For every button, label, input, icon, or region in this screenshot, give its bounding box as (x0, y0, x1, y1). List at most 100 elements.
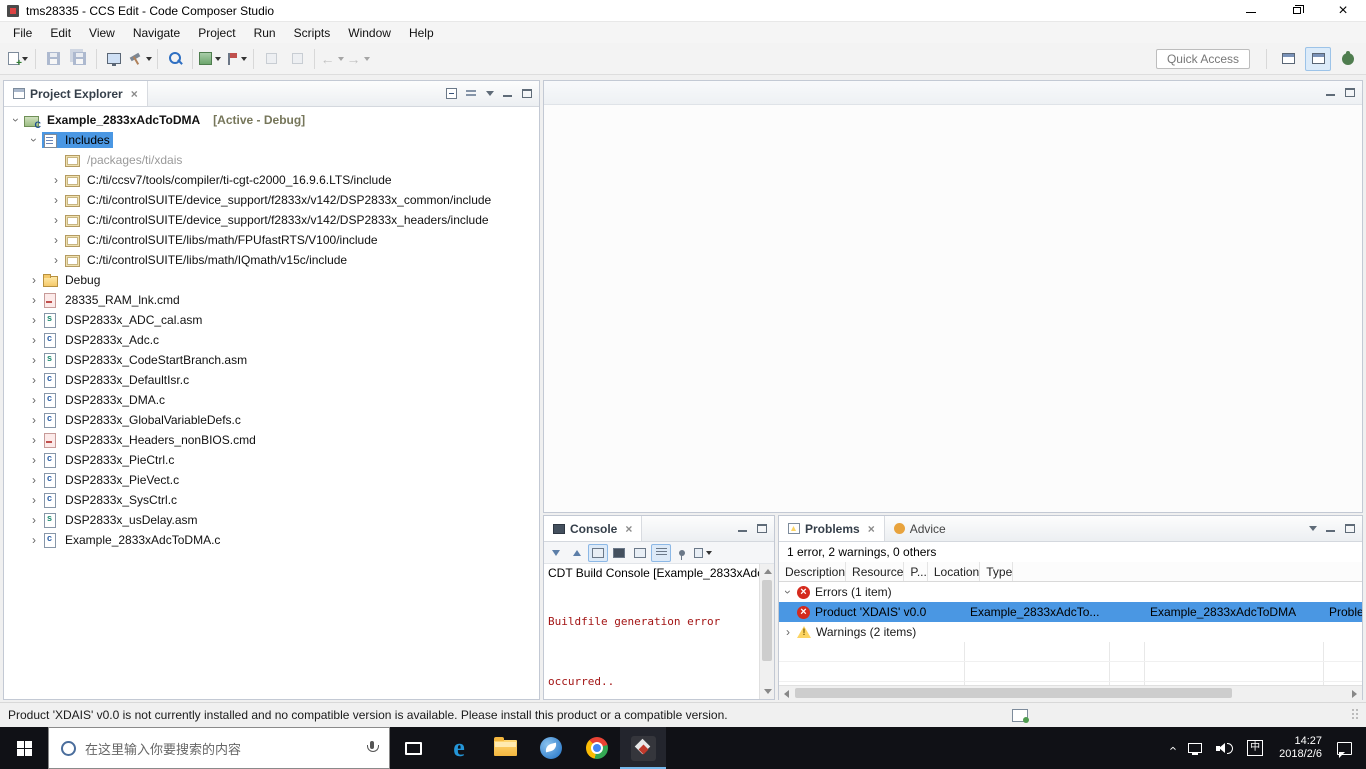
menu-item[interactable]: Scripts (285, 24, 340, 42)
tab-advice[interactable]: Advice (885, 516, 955, 541)
volume-tray-button[interactable] (1209, 727, 1240, 769)
chevron-collapsed-icon[interactable] (779, 625, 797, 639)
problems-column-header[interactable]: Location (928, 562, 981, 581)
tree-item-file[interactable]: DSP2833x_GlobalVariableDefs.c (4, 410, 539, 430)
tree-item-include-path[interactable]: C:/ti/ccsv7/tools/compiler/ti-cgt-c2000_… (4, 170, 539, 190)
resize-grip[interactable] (1352, 709, 1358, 721)
scroll-up-arrow[interactable] (760, 564, 774, 579)
tab-project-explorer[interactable]: Project Explorer (4, 81, 148, 106)
maximize-editor-icon[interactable] (1345, 88, 1355, 97)
chevron-right-icon[interactable] (26, 533, 42, 547)
console-body[interactable]: CDT Build Console [Example_2833xAdc Buil… (544, 564, 774, 699)
tree-item-include-path[interactable]: C:/ti/controlSUITE/libs/math/FPUfastRTS/… (4, 230, 539, 250)
scroll-down-arrow[interactable] (760, 684, 774, 699)
scroll-left-arrow[interactable] (779, 686, 794, 700)
chevron-right-icon[interactable] (48, 193, 64, 207)
tree-item-include-path[interactable]: C:/ti/controlSUITE/libs/math/IQmath/v15c… (4, 250, 539, 270)
chevron-right-icon[interactable] (26, 373, 42, 387)
clear-console-button[interactable] (609, 544, 629, 562)
menu-item[interactable]: Help (400, 24, 443, 42)
tree-item-file[interactable]: Example_2833xAdcToDMA.c (4, 530, 539, 550)
open-perspective-button[interactable] (1275, 47, 1301, 71)
scroll-to-top-button[interactable] (567, 544, 587, 562)
chevron-expanded-icon[interactable] (781, 585, 795, 599)
task-view-button[interactable] (390, 727, 436, 769)
menu-item[interactable]: Run (245, 24, 285, 42)
tree-item-file[interactable]: DSP2833x_PieVect.c (4, 470, 539, 490)
scroll-right-arrow[interactable] (1347, 686, 1362, 700)
word-wrap-button[interactable] (651, 543, 671, 562)
chevron-expanded-icon[interactable] (9, 112, 23, 128)
tree-item-include-path[interactable]: C:/ti/controlSUITE/device_support/f2833x… (4, 190, 539, 210)
tree-item-file[interactable]: DSP2833x_ADC_cal.asm (4, 310, 539, 330)
chevron-right-icon[interactable] (26, 453, 42, 467)
tree-item-file[interactable]: DSP2833x_CodeStartBranch.asm (4, 350, 539, 370)
chrome-app-button[interactable] (574, 727, 620, 769)
collapse-all-icon[interactable] (446, 88, 457, 99)
chevron-right-icon[interactable] (26, 513, 42, 527)
maximize-panel-icon[interactable] (522, 89, 532, 98)
problems-warnings-group-row[interactable]: Warnings (2 items) (779, 622, 1362, 642)
chevron-right-icon[interactable] (26, 293, 42, 307)
tree-item-project-root[interactable]: Example_2833xAdcToDMA [Active - Debug] (4, 110, 539, 130)
build-button[interactable] (128, 47, 152, 71)
chevron-right-icon[interactable] (48, 213, 64, 227)
ccs-edit-perspective-button[interactable] (1305, 46, 1331, 71)
problems-column-header[interactable]: Description (779, 562, 847, 581)
menu-item[interactable]: Navigate (124, 24, 189, 42)
tree-item-file[interactable]: DSP2833x_DefaultIsr.c (4, 370, 539, 390)
next-edit-location-button[interactable] (285, 47, 309, 71)
last-edit-location-button[interactable] (259, 47, 283, 71)
ime-indicator[interactable]: 中 (1240, 727, 1270, 769)
save-all-button[interactable] (67, 47, 91, 71)
tree-item-file[interactable]: DSP2833x_Headers_nonBIOS.cmd (4, 430, 539, 450)
problems-column-header[interactable]: Resource (846, 562, 905, 581)
launch-flag-button[interactable] (224, 47, 248, 71)
chevron-right-icon[interactable] (48, 253, 64, 267)
menu-item[interactable]: Window (339, 24, 400, 42)
view-console-button[interactable] (102, 47, 126, 71)
tree-item-file[interactable]: 28335_RAM_lnk.cmd (4, 290, 539, 310)
ccs-debug-perspective-button[interactable] (1335, 47, 1361, 71)
menu-item[interactable]: Project (189, 24, 244, 42)
minimize-panel-icon[interactable] (738, 524, 748, 533)
forward-button[interactable]: → (346, 47, 370, 71)
quick-access-button[interactable]: Quick Access (1155, 48, 1250, 69)
ccs-app-button[interactable] (620, 727, 666, 769)
chevron-right-icon[interactable] (26, 333, 42, 347)
tree-item-include-path[interactable]: C:/ti/controlSUITE/device_support/f2833x… (4, 210, 539, 230)
chevron-right-icon[interactable] (26, 353, 42, 367)
open-console-button[interactable] (693, 544, 713, 562)
menu-item[interactable]: File (4, 24, 41, 42)
microphone-icon[interactable] (367, 741, 379, 755)
chevron-right-icon[interactable] (26, 313, 42, 327)
taskbar-clock[interactable]: 14:27 2018/2/6 (1270, 735, 1331, 761)
tab-close-icon[interactable] (625, 523, 632, 535)
chevron-right-icon[interactable] (26, 273, 42, 287)
problems-column-header[interactable]: P... (904, 562, 928, 581)
tree-item-file[interactable]: DSP2833x_Adc.c (4, 330, 539, 350)
thunderbird-app-button[interactable] (528, 727, 574, 769)
chevron-expanded-icon[interactable] (27, 132, 41, 148)
tree-item-include-path[interactable]: /packages/ti/xdais (4, 150, 539, 170)
back-button[interactable]: ← (320, 47, 344, 71)
hidden-icons-button[interactable] (1163, 727, 1181, 769)
problems-horizontal-scrollbar[interactable] (779, 685, 1362, 700)
tab-close-icon[interactable] (868, 523, 875, 535)
scroll-lock-button[interactable] (630, 544, 650, 562)
tab-console[interactable]: Console (544, 516, 643, 541)
chevron-right-icon[interactable] (26, 473, 42, 487)
pin-console-button[interactable] (672, 544, 692, 562)
minimize-panel-icon[interactable] (503, 89, 513, 98)
save-button[interactable] (41, 47, 65, 71)
link-with-editor-icon[interactable] (466, 88, 477, 99)
tree-item-file[interactable]: DSP2833x_usDelay.asm (4, 510, 539, 530)
search-button[interactable] (163, 47, 187, 71)
tree-item-file[interactable]: DSP2833x_SysCtrl.c (4, 490, 539, 510)
new-file-button[interactable] (6, 47, 30, 71)
file-explorer-button[interactable] (482, 727, 528, 769)
minimize-editor-icon[interactable] (1326, 88, 1336, 97)
scrollbar-thumb[interactable] (795, 688, 1233, 698)
action-center-icon[interactable] (1337, 741, 1352, 758)
minimize-button[interactable] (1228, 0, 1274, 22)
